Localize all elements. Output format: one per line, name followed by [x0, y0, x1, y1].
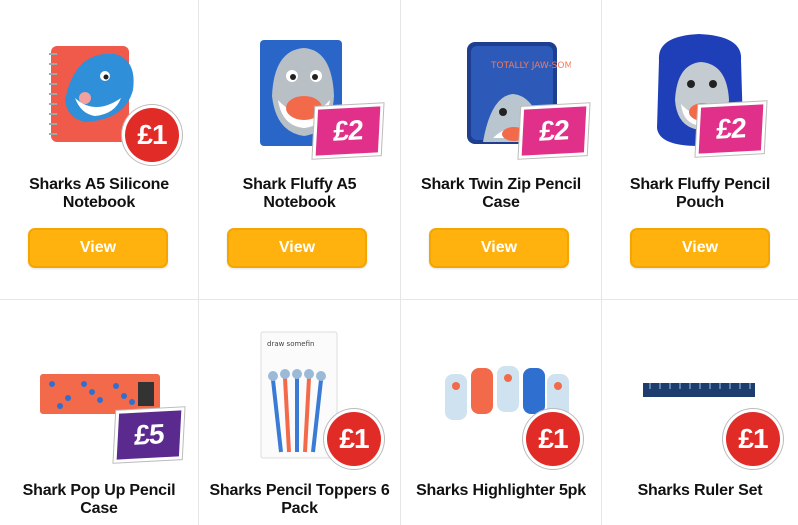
product-card[interactable]: £1 Sharks Ruler Set	[602, 300, 798, 525]
product-card[interactable]: £1 Sharks Highlighter 5pk	[401, 300, 602, 525]
product-title[interactable]: Shark Fluffy A5 Notebook	[205, 176, 394, 212]
price-badge: £1	[726, 412, 780, 466]
view-button[interactable]: View	[28, 228, 168, 268]
price-badge: £5	[116, 410, 182, 460]
price-badge: £2	[698, 104, 764, 154]
price-badge: £1	[327, 412, 381, 466]
product-title[interactable]: Sharks A5 Silicone Notebook	[6, 176, 192, 212]
product-card[interactable]: draw somefin £1 Sharks Pencil Toppers 6 …	[199, 300, 401, 525]
product-title[interactable]: Sharks Highlighter 5pk	[407, 482, 595, 500]
product-card[interactable]: £5 Shark Pop Up Pencil Case	[0, 300, 199, 525]
product-card[interactable]: £2 Shark Fluffy A5 Notebook View	[199, 0, 401, 300]
product-card[interactable]: £2 Shark Fluffy Pencil Pouch View	[602, 0, 798, 300]
price-badge: £1	[526, 412, 580, 466]
view-button[interactable]: View	[227, 228, 367, 268]
product-title[interactable]: Shark Twin Zip Pencil Case	[407, 176, 595, 212]
price-badge: £1	[125, 108, 179, 162]
price-badge: £2	[521, 106, 587, 156]
shark-ruler-icon[interactable]	[642, 380, 757, 400]
product-title[interactable]: Sharks Ruler Set	[608, 482, 792, 500]
view-button[interactable]: View	[429, 228, 569, 268]
product-grid: £1 Sharks A5 Silicone Notebook View £2 S…	[0, 0, 798, 525]
shark-pop-up-case-icon[interactable]	[38, 372, 168, 416]
view-button[interactable]: View	[630, 228, 770, 268]
product-title[interactable]: Sharks Pencil Toppers 6 Pack	[205, 482, 394, 518]
toppers-caption: draw somefin	[267, 340, 314, 348]
product-card[interactable]: £1 Sharks A5 Silicone Notebook View	[0, 0, 199, 300]
case-caption: TOTALLY JAW-SOME	[490, 61, 571, 71]
price-badge: £2	[315, 106, 381, 156]
product-card[interactable]: TOTALLY JAW-SOME £2 Shark Twin Zip Penci…	[401, 0, 602, 300]
product-title[interactable]: Shark Pop Up Pencil Case	[6, 482, 192, 518]
product-title[interactable]: Shark Fluffy Pencil Pouch	[608, 176, 792, 212]
